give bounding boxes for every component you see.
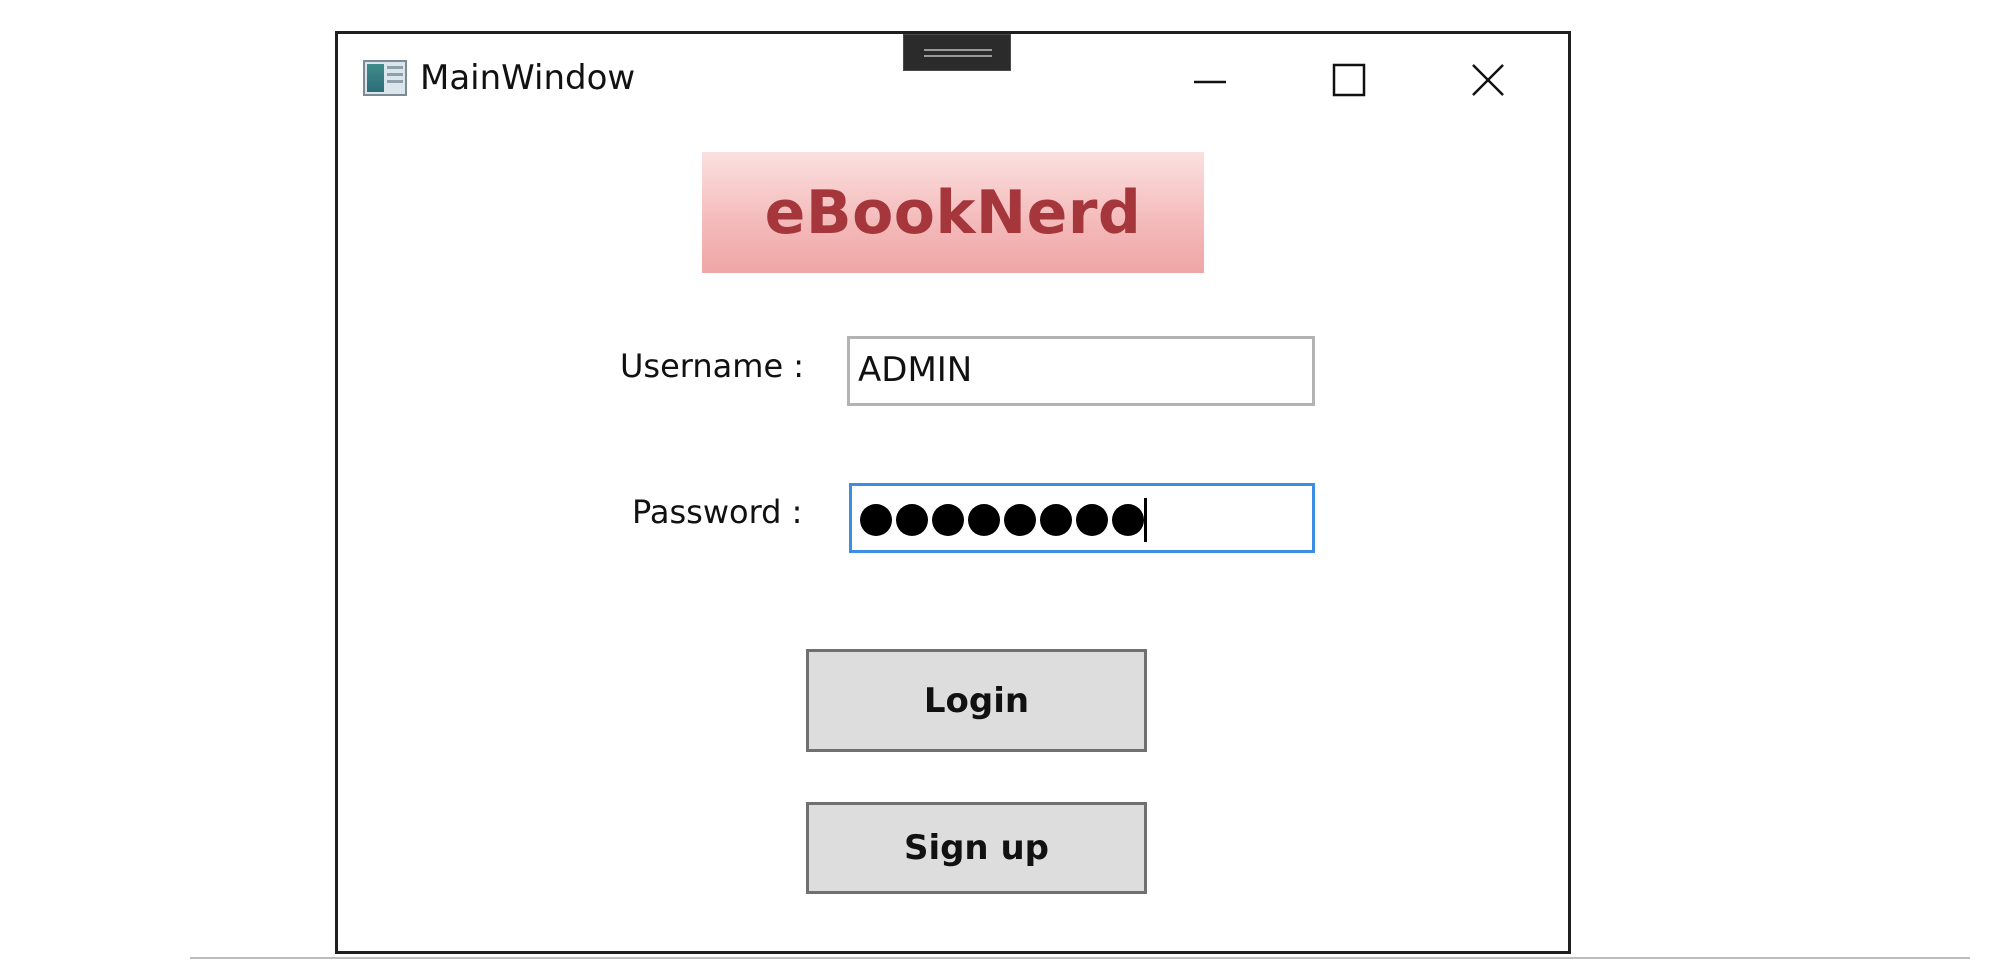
desktop: MainWindow eBookNerd Username: ADMIN Pa…	[0, 0, 2008, 963]
password-mask-dot	[1004, 504, 1036, 536]
password-mask-dot	[968, 504, 1000, 536]
password-mask	[860, 498, 1147, 542]
password-field[interactable]	[849, 483, 1315, 553]
username-field[interactable]: ADMIN	[847, 336, 1315, 406]
username-value: ADMIN	[858, 350, 973, 390]
app-name: eBookNerd	[764, 177, 1142, 248]
password-mask-dot	[932, 504, 964, 536]
login-form: eBookNerd Username : ADMIN Password : Lo…	[338, 34, 1568, 951]
password-mask-dot	[860, 504, 892, 536]
password-mask-dot	[1040, 504, 1072, 536]
username-label: Username :	[620, 347, 805, 385]
app-banner: eBookNerd	[702, 152, 1204, 273]
background-divider	[190, 957, 1970, 959]
signup-button[interactable]: Sign up	[806, 802, 1147, 894]
password-mask-dot	[1076, 504, 1108, 536]
password-mask-dot	[1112, 504, 1144, 536]
password-mask-dot	[896, 504, 928, 536]
password-label: Password :	[632, 493, 803, 531]
login-button[interactable]: Login	[806, 649, 1147, 752]
text-caret	[1144, 498, 1147, 542]
main-window: MainWindow eBookNerd Username: ADMIN Pa…	[335, 31, 1571, 954]
